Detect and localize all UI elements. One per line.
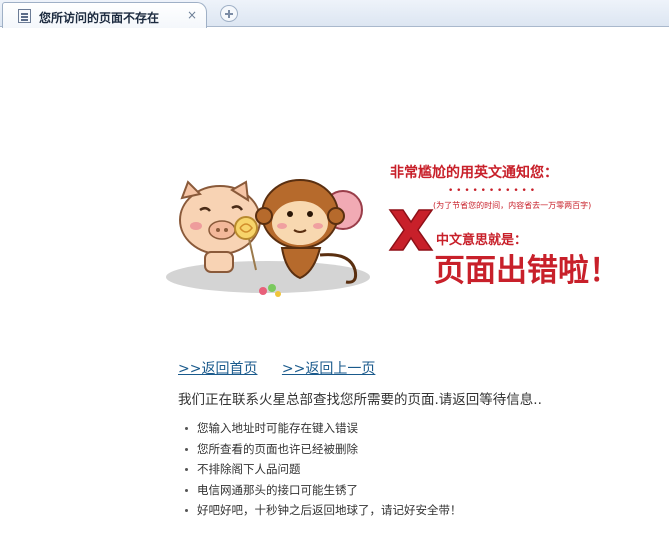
list-item: 您输入地址时可能存在键入错误 [182, 420, 462, 441]
reason-list: 您输入地址时可能存在键入错误 您所查看的页面也许已经被删除 不排除阁下人品问题 … [182, 420, 462, 523]
notice-main-text: 页面出错啦！ [434, 253, 620, 289]
navigation-links: >>返回首页 >>返回上一页 [178, 358, 395, 378]
status-message: 我们正在联系火星总部查找您所需要的页面.请返回等待信息.. [178, 392, 542, 408]
back-home-link[interactable]: >>返回首页 [178, 361, 257, 377]
error-notice: 非常尴尬的用英文通知您： • • • • • • • • • • • (为了节省… [388, 164, 620, 289]
notice-note: (为了节省您的时间，内容省去一万零两百字) [433, 200, 591, 210]
back-previous-link[interactable]: >>返回上一页 [282, 361, 375, 377]
new-tab-icon[interactable] [220, 5, 238, 22]
notice-dots: • • • • • • • • • • • [448, 186, 535, 196]
active-tab[interactable]: 您所访问的页面不存在 × [2, 2, 207, 28]
list-item: 不排除阁下人品问题 [182, 461, 462, 482]
notice-subheading: 中文意思就是： [436, 232, 527, 248]
error-illustration: 非常尴尬的用英文通知您： • • • • • • • • • • • (为了节省… [166, 164, 620, 297]
list-item: 好吧好吧，十秒钟之后返回地球了，请记好安全带！ [182, 502, 462, 523]
notice-heading: 非常尴尬的用英文通知您： [390, 164, 558, 181]
tab-title: 您所访问的页面不存在 [39, 11, 160, 25]
list-item: 电信网通那头的接口可能生锈了 [182, 482, 462, 503]
error-cross-icon [388, 209, 434, 251]
page-icon [18, 9, 31, 23]
list-item: 您所查看的页面也许已经被删除 [182, 441, 462, 462]
close-tab-icon[interactable]: × [186, 8, 198, 22]
tab-strip: 您所访问的页面不存在 × [0, 0, 669, 28]
